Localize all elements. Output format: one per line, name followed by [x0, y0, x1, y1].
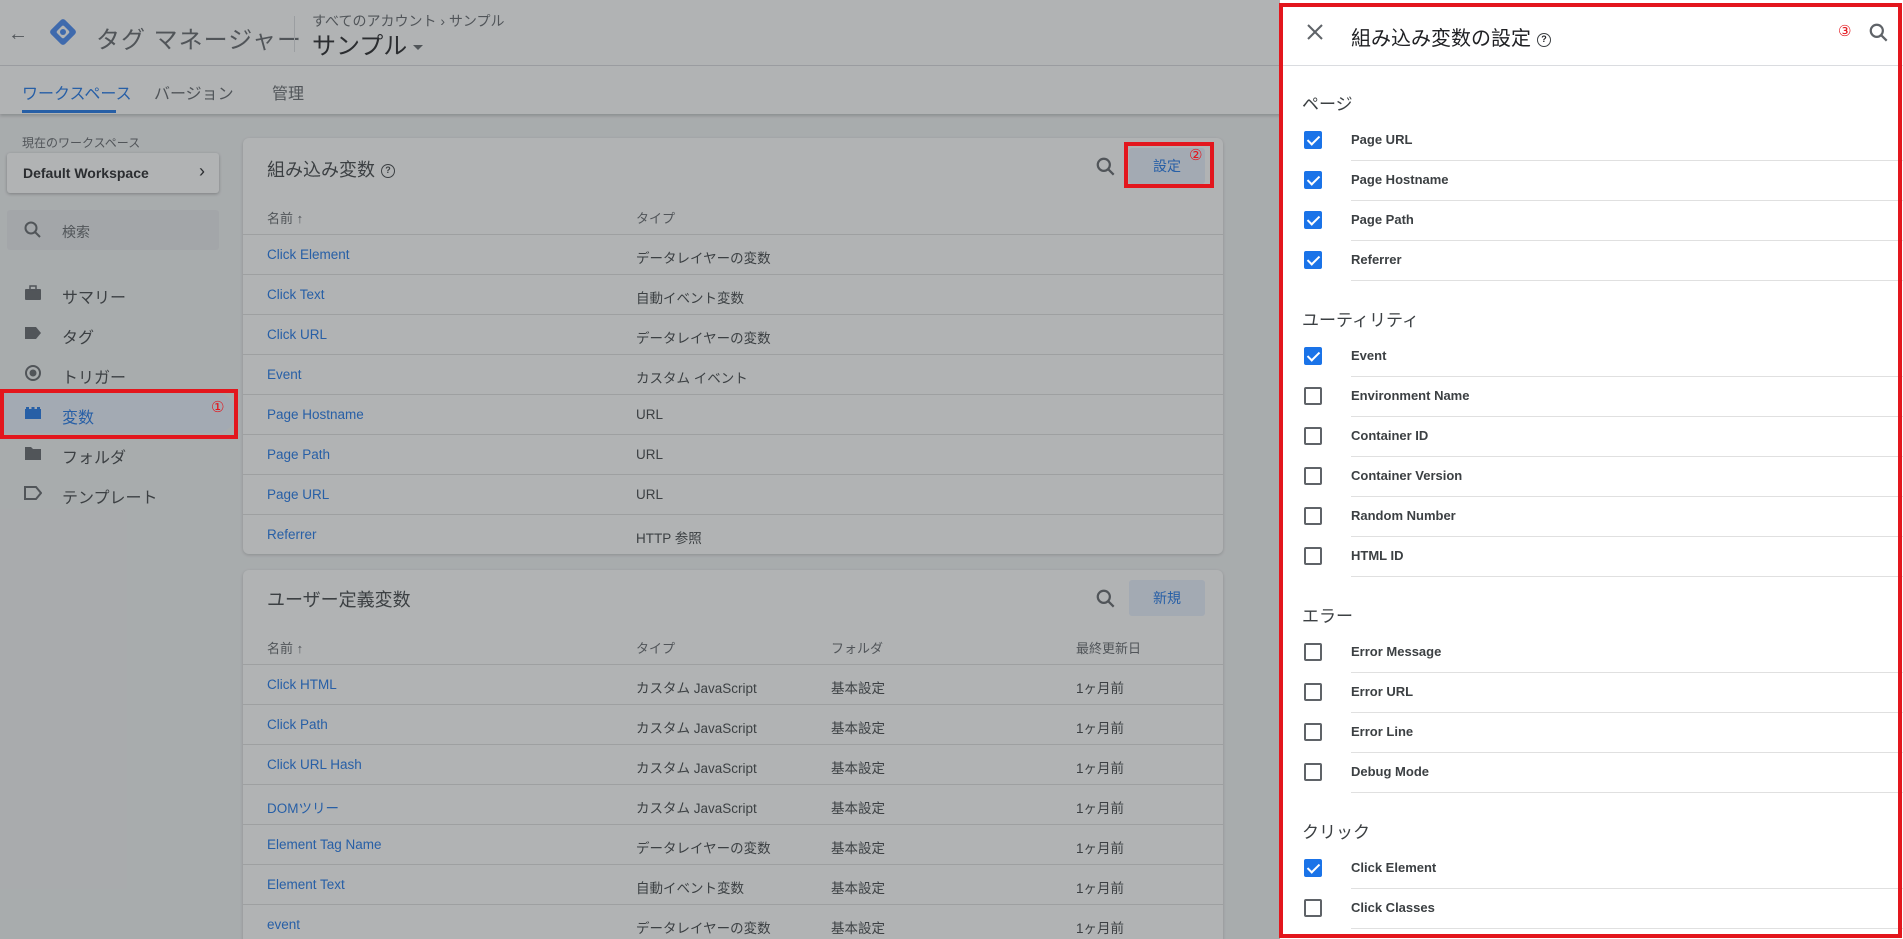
modal-scrim[interactable] — [0, 0, 1280, 939]
annotation-box-variables — [0, 389, 238, 439]
annotation-number-2: ② — [1189, 147, 1203, 164]
annotation-number-3: ③ — [1838, 23, 1852, 40]
annotation-number-1: ① — [211, 399, 225, 416]
annotation-box-panel — [1279, 3, 1902, 938]
